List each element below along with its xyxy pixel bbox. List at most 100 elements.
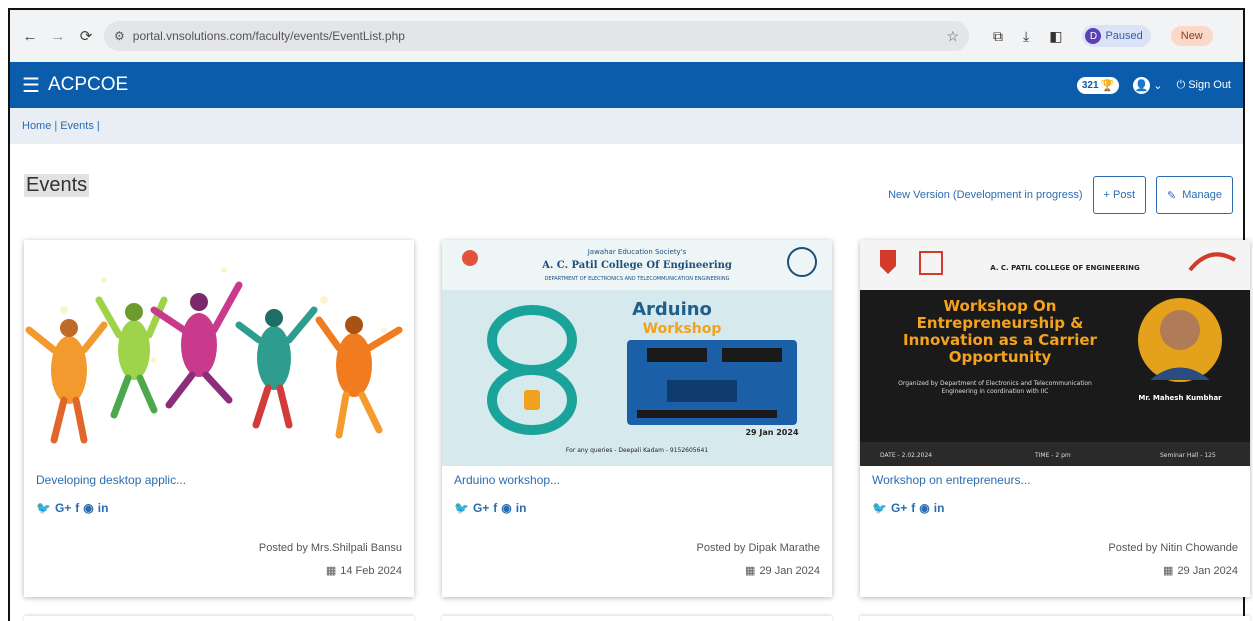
event-image[interactable]: Jawahar Education Society's A. C. Patil … (442, 240, 832, 466)
event-card-partial[interactable] (442, 616, 832, 621)
poster-subtitle: Organized by Department of Electronics a… (898, 380, 1092, 395)
address-bar[interactable]: ⚙ portal.vnsolutions.com/faculty/events/… (104, 21, 969, 51)
event-date: ▦ 29 Jan 2024 (1163, 564, 1238, 578)
extensions-icon[interactable]: ⧉ (993, 28, 1003, 45)
power-icon: ⏻ (1176, 78, 1186, 91)
poster-footer: For any queries - Deepali Kadam - 915260… (566, 447, 708, 454)
facebook-icon[interactable]: f (75, 501, 79, 515)
event-date-value: 14 Feb 2024 (340, 564, 402, 577)
linkedin-icon[interactable]: in (934, 501, 945, 515)
twitter-icon[interactable]: 🐦 (36, 501, 51, 515)
page-heading: Events New Version (Development in progr… (10, 144, 1243, 239)
event-title[interactable]: Arduino workshop... (454, 473, 560, 487)
brand-name[interactable]: ACPCOE (48, 74, 128, 96)
linkedin-icon[interactable]: in (516, 501, 527, 515)
reddit-icon[interactable]: ◉ (501, 501, 511, 515)
event-title[interactable]: Developing desktop applic... (36, 473, 186, 487)
sign-out-label: Sign Out (1188, 79, 1231, 91)
reload-icon[interactable]: ⟳ (76, 26, 96, 46)
reddit-icon[interactable]: ◉ (83, 501, 93, 515)
posted-by: Posted by Dipak Marathe (696, 542, 820, 554)
breadcrumb-separator: | (54, 120, 58, 132)
facebook-icon[interactable]: f (493, 501, 497, 515)
forward-icon[interactable]: → (48, 26, 68, 46)
arduino-workshop-poster: Jawahar Education Society's A. C. Patil … (442, 240, 832, 466)
calendar-icon: ▦ (325, 565, 337, 577)
profile-button[interactable]: D Paused (1082, 25, 1151, 47)
event-card[interactable]: Developing desktop applic... 🐦 G+ f ◉ in… (24, 240, 414, 597)
trophy-icon: 🏆 (1100, 79, 1115, 92)
new-chrome-button[interactable]: New (1170, 26, 1213, 46)
sign-out-button[interactable]: ⏻ Sign Out (1176, 79, 1231, 92)
poster-line1: Arduino (632, 299, 712, 320)
jumping-people-illustration (24, 240, 414, 466)
poster-venue: Seminar Hall - 125 (1160, 452, 1216, 459)
site-info-icon[interactable]: ⚙ (114, 29, 125, 43)
share-icons: 🐦 G+ f ◉ in (454, 501, 526, 515)
posted-by: Posted by Nitin Chowande (1108, 542, 1238, 554)
poster-society: Jawahar Education Society's (587, 248, 687, 256)
profile-avatar: D (1085, 28, 1102, 44)
browser-toolbar: ← → ⟳ ⚙ portal.vnsolutions.com/faculty/e… (10, 10, 1243, 62)
hamburger-menu-icon[interactable]: ☰ (22, 73, 40, 98)
event-image[interactable]: A. C. PATIL COLLEGE OF ENGINEERING Works… (860, 240, 1250, 466)
event-date: ▦ 14 Feb 2024 (325, 564, 402, 578)
event-image[interactable] (24, 240, 414, 466)
points-badge[interactable]: 321 🏆 (1076, 76, 1120, 94)
new-version-link[interactable]: New Version (Development in progress) (888, 189, 1082, 201)
event-card[interactable]: Jawahar Education Society's A. C. Patil … (442, 240, 832, 597)
breadcrumb-home[interactable]: Home (22, 120, 51, 132)
chevron-down-icon: ⌄ (1153, 79, 1163, 92)
event-date-value: 29 Jan 2024 (759, 564, 820, 577)
poster-time: TIME - 2 pm (1034, 452, 1071, 459)
user-menu[interactable]: 👤 ⌄ (1133, 76, 1163, 94)
share-icons: 🐦 G+ f ◉ in (872, 501, 944, 515)
poster-college: A. C. PATIL COLLEGE OF ENGINEERING (990, 264, 1140, 272)
event-cards: Developing desktop applic... 🐦 G+ f ◉ in… (14, 240, 1253, 621)
app-header: ☰ ACPCOE 321 🏆 👤 ⌄ ⏻ Sign Out (10, 62, 1243, 108)
event-date: ▦ 29 Jan 2024 (745, 564, 820, 578)
event-card-partial[interactable] (24, 616, 414, 621)
page-title: Events (24, 174, 90, 197)
post-button[interactable]: + Post (1092, 176, 1147, 214)
breadcrumb-events[interactable]: Events (60, 120, 94, 132)
posted-by: Posted by Mrs.Shilpali Bansu (258, 542, 402, 554)
google-plus-icon[interactable]: G+ (473, 501, 489, 515)
event-title[interactable]: Workshop on entrepreneurs... (872, 473, 1031, 487)
event-date-value: 29 Jan 2024 (1177, 564, 1238, 577)
poster-line2: Workshop (643, 321, 722, 337)
google-plus-icon[interactable]: G+ (55, 501, 71, 515)
edit-icon: ✎ (1167, 189, 1177, 202)
google-plus-icon[interactable]: G+ (891, 501, 907, 515)
url-text: portal.vnsolutions.com/faculty/events/Ev… (132, 29, 405, 43)
poster-headline: Workshop On Entrepreneurship & Innovatio… (903, 298, 1097, 366)
manage-button[interactable]: ✎ Manage (1156, 176, 1233, 214)
twitter-icon[interactable]: 🐦 (454, 501, 469, 515)
poster-speaker: Mr. Mahesh Kumbhar (1138, 394, 1222, 402)
post-button-label: + Post (1103, 189, 1136, 201)
twitter-icon[interactable]: 🐦 (872, 501, 887, 515)
poster-college: A. C. Patil College Of Engineering (541, 260, 732, 271)
points-value: 321 (1081, 79, 1099, 91)
breadcrumb: Home | Events | (10, 108, 1243, 144)
bookmark-star-icon[interactable]: ☆ (946, 28, 959, 45)
reddit-icon[interactable]: ◉ (919, 501, 929, 515)
manage-button-label: Manage (1182, 189, 1222, 201)
breadcrumb-separator: | (96, 120, 100, 132)
event-card-partial[interactable] (860, 616, 1250, 621)
calendar-icon: ▦ (1163, 565, 1174, 577)
entrepreneurship-workshop-poster: A. C. PATIL COLLEGE OF ENGINEERING Works… (860, 240, 1250, 466)
linkedin-icon[interactable]: in (98, 501, 109, 515)
poster-dept: DEPARTMENT OF ELECTRONICS AND TELECOMMUN… (545, 276, 730, 282)
poster-date: DATE - 2.02.2024 (880, 452, 932, 459)
poster-date: 29 Jan 2024 (745, 428, 798, 437)
side-panel-icon[interactable]: ◧ (1049, 28, 1062, 45)
calendar-icon: ▦ (745, 565, 756, 577)
share-icons: 🐦 G+ f ◉ in (36, 501, 108, 515)
profile-status: Paused (1105, 30, 1143, 42)
download-icon[interactable]: ⤓ (1023, 28, 1029, 45)
facebook-icon[interactable]: f (911, 501, 915, 515)
event-card[interactable]: A. C. PATIL COLLEGE OF ENGINEERING Works… (860, 240, 1250, 597)
user-avatar-icon: 👤 (1133, 76, 1151, 94)
back-icon[interactable]: ← (20, 26, 40, 46)
